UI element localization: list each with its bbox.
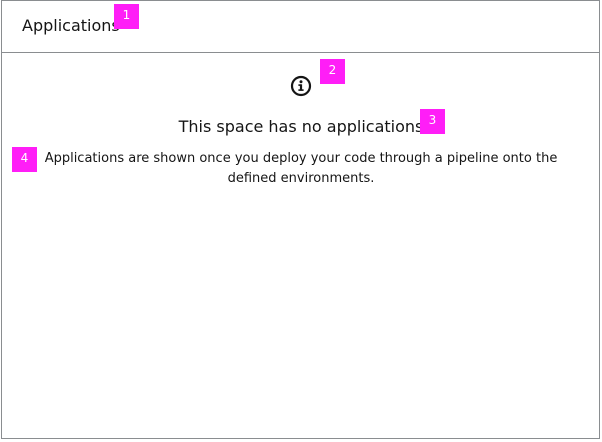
empty-state-body: Applications are shown once you deploy y… bbox=[44, 151, 558, 186]
annotation-marker-2: 2 bbox=[320, 59, 345, 84]
info-circle-icon bbox=[290, 75, 312, 97]
annotation-marker-4: 4 bbox=[12, 147, 37, 172]
applications-card: Applications This space has no applicati… bbox=[1, 0, 600, 439]
annotation-marker-1: 1 bbox=[114, 4, 139, 29]
card-title: Applications bbox=[22, 16, 120, 35]
empty-state-title: This space has no applications bbox=[178, 117, 424, 136]
annotation-marker-3: 3 bbox=[420, 109, 445, 134]
card-header: Applications bbox=[2, 1, 599, 53]
